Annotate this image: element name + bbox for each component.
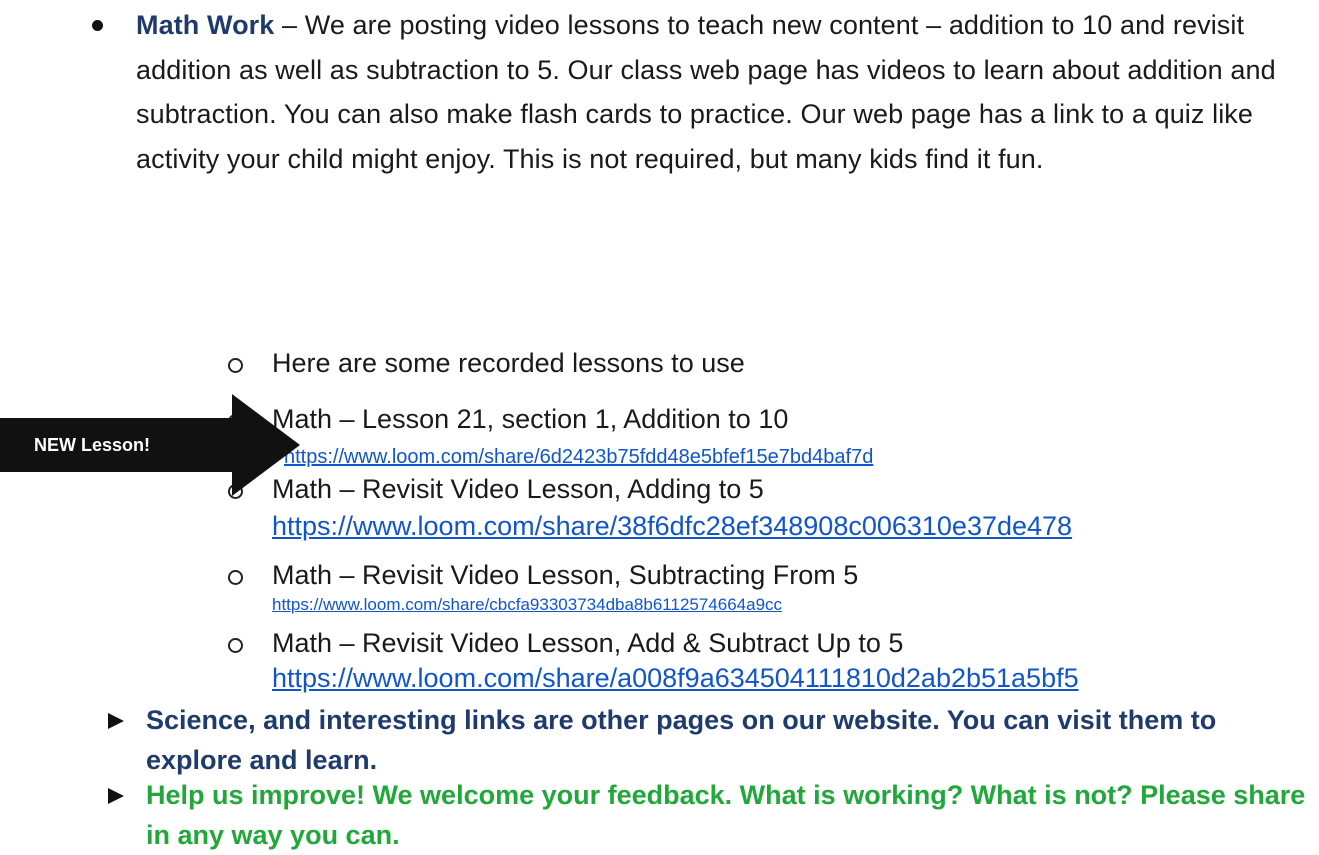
hollow-circle-icon — [228, 358, 243, 373]
feedback-paragraph: Help us improve! We welcome your feedbac… — [146, 780, 1306, 850]
science-paragraph: Science, and interesting links are other… — [146, 705, 1217, 775]
sub-item-adding-to-5: Math – Revisit Video Lesson, Adding to 5 — [272, 474, 764, 504]
arrowhead-bullet-icon — [108, 788, 124, 804]
add-subtract-link[interactable]: https://www.loom.com/share/a008f9a634504… — [272, 660, 1079, 696]
document-page: Math Work – We are posting video lessons… — [0, 0, 1319, 850]
bullet-dot-icon — [92, 20, 103, 31]
arrowhead-bullet-icon — [108, 713, 124, 729]
lesson-21-link[interactable]: https://www.loom.com/share/6d2423b75fdd4… — [284, 444, 873, 470]
sub-item-add-subtract-up-to-5: Math – Revisit Video Lesson, Add & Subtr… — [272, 628, 904, 658]
math-work-body: – We are posting video lessons to teach … — [136, 10, 1276, 174]
math-work-heading: Math Work — [136, 10, 275, 40]
sub-item-subtracting-from-5: Math – Revisit Video Lesson, Subtracting… — [272, 560, 859, 590]
new-lesson-label: NEW Lesson! — [34, 435, 151, 455]
subtracting-from-5-link[interactable]: https://www.loom.com/share/cbcfa93303734… — [272, 594, 782, 616]
hollow-circle-icon — [228, 638, 243, 653]
hollow-circle-icon — [228, 570, 243, 585]
sub-item-intro: Here are some recorded lessons to use — [272, 348, 745, 378]
math-work-paragraph: Math Work – We are posting video lessons… — [136, 3, 1306, 181]
adding-to-5-link[interactable]: https://www.loom.com/share/38f6dfc28ef34… — [272, 508, 1072, 544]
sub-item-lesson-21: Math – Lesson 21, section 1, Addition to… — [272, 404, 789, 434]
